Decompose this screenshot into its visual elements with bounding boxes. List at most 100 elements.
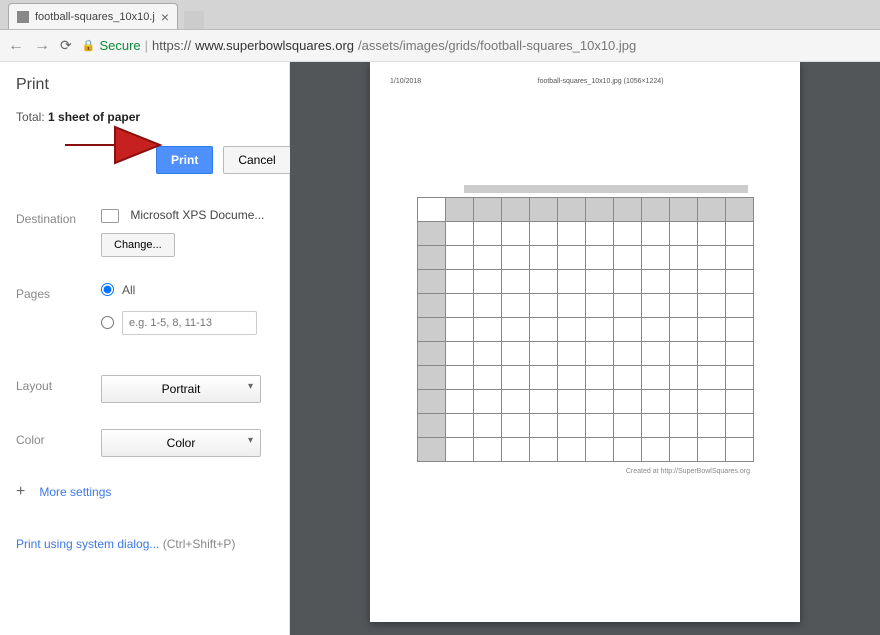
preview-page: 1/10/2018 football-squares_10x10.jpg (10…: [370, 62, 800, 622]
grid-cell: [585, 342, 613, 366]
grid-cell: [697, 270, 725, 294]
grid-cell: [585, 198, 613, 222]
grid-cell: [725, 294, 753, 318]
grid-cell: [445, 438, 473, 462]
secure-label: Secure: [99, 38, 140, 53]
grid-cell: [725, 222, 753, 246]
grid-cell: [669, 198, 697, 222]
grid-cell: [557, 438, 585, 462]
grid-top-bar: [464, 185, 748, 193]
print-preview: 1/10/2018 football-squares_10x10.jpg (10…: [290, 62, 880, 635]
grid-cell: [529, 246, 557, 270]
grid-cell: [529, 318, 557, 342]
grid-cell: [529, 270, 557, 294]
change-destination-button[interactable]: Change...: [101, 233, 175, 257]
grid-cell: [697, 198, 725, 222]
grid-cell: [417, 246, 445, 270]
grid-cell: [417, 294, 445, 318]
grid-cell: [417, 270, 445, 294]
grid-cell: [697, 246, 725, 270]
created-by-text: Created at http://SuperBowlSquares.org: [390, 468, 750, 475]
grid-cell: [669, 294, 697, 318]
grid-cell: [417, 222, 445, 246]
grid-cell: [529, 342, 557, 366]
grid-cell: [641, 198, 669, 222]
grid-cell: [445, 294, 473, 318]
system-dialog-link[interactable]: Print using system dialog... (Ctrl+Shift…: [16, 537, 273, 551]
grid-cell: [501, 198, 529, 222]
grid-cell: [557, 222, 585, 246]
grid-cell: [697, 318, 725, 342]
annotation-arrow: [60, 115, 170, 178]
grid-cell: [529, 294, 557, 318]
plus-icon: +: [16, 483, 25, 501]
grid-cell: [501, 342, 529, 366]
grid-cell: [613, 318, 641, 342]
grid-cell: [473, 318, 501, 342]
grid-cell: [725, 342, 753, 366]
grid-cell: [669, 222, 697, 246]
grid-cell: [669, 318, 697, 342]
grid-cell: [473, 198, 501, 222]
destination-value: Microsoft XPS Docume...: [130, 208, 264, 222]
grid-cell: [473, 414, 501, 438]
close-icon[interactable]: ×: [161, 9, 169, 25]
back-button[interactable]: ←: [8, 37, 24, 55]
cancel-button[interactable]: Cancel: [223, 146, 290, 174]
grid-cell: [529, 390, 557, 414]
grid-cell: [697, 414, 725, 438]
grid-cell: [669, 270, 697, 294]
layout-select[interactable]: Portrait: [101, 375, 261, 403]
grid-cell: [641, 438, 669, 462]
grid-cell: [529, 222, 557, 246]
color-select[interactable]: Color: [101, 429, 261, 457]
grid-cell: [613, 294, 641, 318]
grid-cell: [529, 198, 557, 222]
grid-cell: [473, 438, 501, 462]
grid-cell: [641, 246, 669, 270]
browser-tab-strip: football-squares_10x10.j ×: [0, 0, 880, 30]
grid-cell: [529, 414, 557, 438]
pages-all-label: All: [122, 283, 135, 297]
grid-cell: [473, 342, 501, 366]
grid-cell: [417, 438, 445, 462]
grid-cell: [613, 198, 641, 222]
url-path: /assets/images/grids/football-squares_10…: [358, 38, 636, 53]
more-settings-label: More settings: [39, 485, 111, 499]
grid-cell: [613, 270, 641, 294]
url-domain: www.superbowlsquares.org: [195, 38, 354, 53]
grid-cell: [501, 294, 529, 318]
grid-cell: [641, 294, 669, 318]
reload-button[interactable]: ⟳: [60, 37, 72, 54]
pages-all-radio[interactable]: [101, 283, 114, 296]
grid-cell: [585, 270, 613, 294]
grid-cell: [641, 222, 669, 246]
grid-cell: [725, 246, 753, 270]
squares-grid: [417, 197, 754, 462]
grid-cell: [445, 342, 473, 366]
browser-tab[interactable]: football-squares_10x10.j ×: [8, 3, 178, 29]
pages-range-radio[interactable]: [101, 316, 114, 329]
page-header-center: football-squares_10x10.jpg (1056×1224): [421, 78, 780, 85]
destination-row: Destination Microsoft XPS Docume... Chan…: [16, 208, 273, 257]
grid-cell: [585, 318, 613, 342]
grid-cell: [585, 438, 613, 462]
grid-cell: [641, 414, 669, 438]
grid-cell: [445, 246, 473, 270]
grid-cell: [473, 222, 501, 246]
forward-button[interactable]: →: [34, 37, 50, 55]
grid-cell: [501, 222, 529, 246]
grid-cell: [445, 318, 473, 342]
grid-cell: [669, 390, 697, 414]
new-tab-button[interactable]: [184, 11, 204, 29]
grid-cell: [697, 366, 725, 390]
grid-cell: [557, 294, 585, 318]
url-input[interactable]: 🔒 Secure | https://www.superbowlsquares.…: [82, 38, 872, 53]
grid-cell: [585, 222, 613, 246]
grid-cell: [473, 246, 501, 270]
more-settings-toggle[interactable]: + More settings: [16, 483, 273, 501]
grid-cell: [613, 414, 641, 438]
pages-range-input[interactable]: [122, 311, 257, 335]
printer-icon: [101, 209, 119, 223]
grid-cell: [445, 390, 473, 414]
